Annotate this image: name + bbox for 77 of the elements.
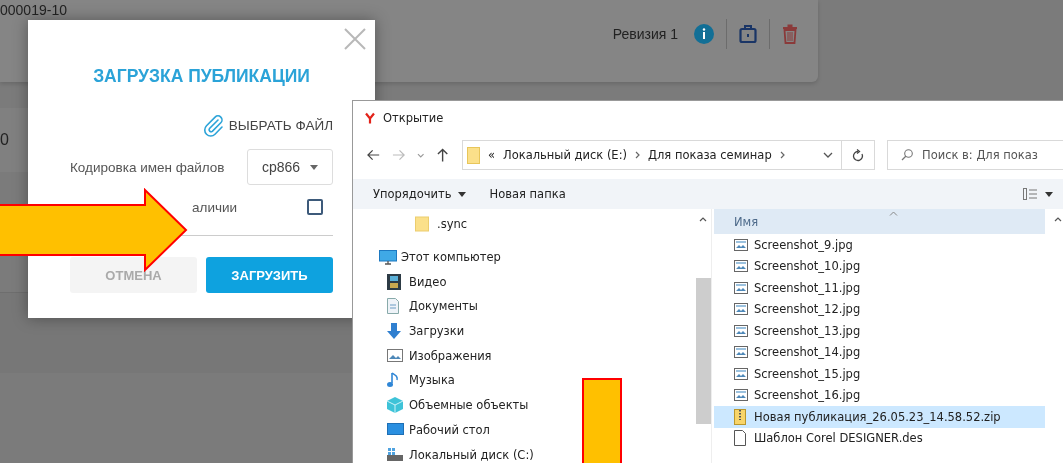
desktop-icon xyxy=(387,423,404,437)
back-arrow-icon[interactable] xyxy=(367,149,381,161)
film-icon xyxy=(387,273,401,290)
chevron-right-icon xyxy=(635,151,640,159)
breadcrumb-item[interactable]: Локальный диск (E:) xyxy=(503,148,627,162)
folder-tree-item[interactable]: Рабочий стол xyxy=(353,417,695,443)
file-row[interactable]: Новая публикация_26.05.23_14.58.52.zip xyxy=(714,406,1045,428)
dialog-title: ЗАГРУЗКА ПУБЛИКАЦИИ xyxy=(92,66,311,87)
cube-icon xyxy=(387,397,403,414)
column-header[interactable]: Имя xyxy=(714,209,1045,234)
record-number: 000019-10 xyxy=(0,3,67,18)
folder-tree-item[interactable]: .sync xyxy=(353,212,695,237)
down-arrow-icon xyxy=(387,323,401,340)
folder-tree-item[interactable]: Видео xyxy=(353,269,695,295)
option-label: аличии xyxy=(192,199,238,215)
folder-tree-item[interactable]: Документы xyxy=(353,294,695,319)
drive-icon xyxy=(387,448,403,462)
folder-icon xyxy=(415,216,429,233)
caret-icon[interactable] xyxy=(1045,191,1053,197)
file-row[interactable]: Screenshot_13.jpg xyxy=(714,320,1045,342)
breadcrumb-overflow[interactable]: « xyxy=(487,148,495,162)
choose-file-button[interactable]: ВЫБРАТЬ ФАЙЛ xyxy=(200,113,333,137)
archive-file-icon xyxy=(734,408,746,425)
monitor-icon xyxy=(379,249,397,265)
caret-icon xyxy=(310,164,319,170)
briefcase-icon[interactable] xyxy=(739,24,757,44)
details-view-icon[interactable] xyxy=(1023,188,1037,200)
file-row[interactable]: Screenshot_12.jpg xyxy=(714,298,1045,320)
music-note-icon xyxy=(387,372,399,389)
file-row[interactable]: Screenshot_14.jpg xyxy=(714,341,1045,363)
chevron-right-icon xyxy=(779,151,785,159)
scrollbar-thumb[interactable] xyxy=(695,278,711,424)
breadcrumb-item[interactable]: Для показа семинар xyxy=(648,148,772,162)
scroll-up-icon[interactable] xyxy=(1054,217,1062,222)
file-row[interactable]: Screenshot_11.jpg xyxy=(714,277,1045,299)
file-row[interactable]: Screenshot_15.jpg xyxy=(714,363,1045,385)
document-icon xyxy=(387,298,399,315)
folder-tree-item[interactable]: Музыка xyxy=(353,368,695,393)
record-text: 0 xyxy=(0,131,9,149)
folder-tree-item[interactable]: Объемные объекты xyxy=(353,392,695,418)
folder-icon xyxy=(466,146,480,164)
revision-label: Ревизия 1 xyxy=(612,26,678,42)
info-icon[interactable] xyxy=(694,24,714,44)
refresh-button[interactable] xyxy=(842,140,875,170)
folder-tree-item[interactable]: Изображения xyxy=(353,343,695,369)
image-file-icon xyxy=(734,260,748,273)
image-file-icon xyxy=(734,346,748,359)
chevron-down-icon[interactable] xyxy=(823,152,834,158)
encoding-label: Кодировка имен файлов xyxy=(70,159,225,175)
image-file-icon xyxy=(734,389,748,402)
image-file-icon xyxy=(734,281,748,294)
toolbar-button[interactable]: Новая папка xyxy=(479,187,576,201)
sort-caret-icon xyxy=(889,211,898,216)
image-file-icon xyxy=(734,367,748,380)
file-row[interactable]: Screenshot_16.jpg xyxy=(714,384,1045,406)
checkbox[interactable] xyxy=(307,199,323,215)
image-file-icon xyxy=(734,303,748,316)
address-bar[interactable]: « Локальный диск (E:) Для показа семинар xyxy=(461,140,843,170)
search-icon xyxy=(901,149,913,161)
image-icon xyxy=(387,349,403,363)
folder-tree-item[interactable]: Этот компьютер xyxy=(353,244,695,270)
file-row[interactable]: Шаблон Corel DESIGNER.des xyxy=(714,427,1045,449)
image-file-icon xyxy=(734,324,748,337)
browser-logo-icon xyxy=(363,111,377,125)
document-icon xyxy=(734,430,746,447)
refresh-icon xyxy=(852,148,865,162)
up-arrow-icon[interactable] xyxy=(436,148,448,162)
file-row[interactable]: Screenshot_10.jpg xyxy=(714,255,1045,277)
file-row[interactable]: Screenshot_9.jpg xyxy=(714,234,1045,256)
image-file-icon xyxy=(734,238,748,251)
toolbar-button[interactable]: Упорядочить xyxy=(363,187,476,201)
search-field[interactable]: Поиск в: Для показ xyxy=(887,140,1063,170)
scroll-up-icon[interactable] xyxy=(699,217,707,222)
folder-tree-item[interactable]: Загрузки xyxy=(353,318,695,344)
window-title: Открытие xyxy=(383,111,444,125)
encoding-select[interactable]: cp866 xyxy=(247,149,333,185)
folder-tree-item[interactable]: Локальный диск (C:) xyxy=(353,442,695,463)
